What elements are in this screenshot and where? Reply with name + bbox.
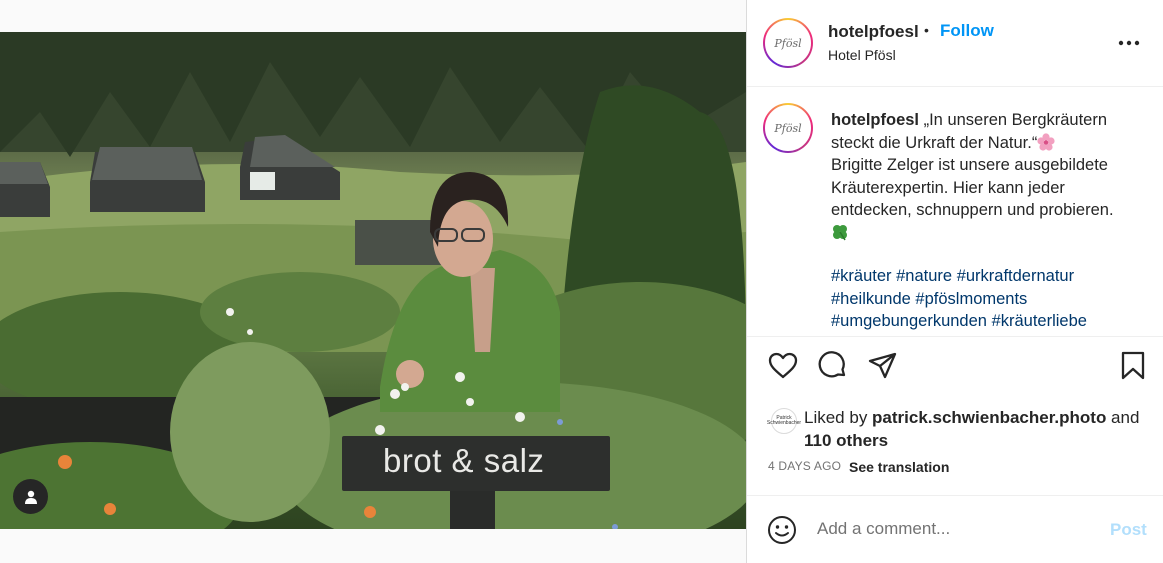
comment-input[interactable]	[817, 516, 1087, 542]
bookmark-icon[interactable]	[1117, 350, 1149, 382]
caption-body: Brigitte Zelger ist unsere ausgebildete …	[831, 156, 1114, 219]
four-leaf-clover-icon	[833, 224, 847, 240]
comment-icon[interactable]	[817, 350, 849, 382]
tagged-users-button[interactable]	[13, 479, 48, 514]
caption-text: hotelpfoesl „In unseren Bergkräutern ste…	[831, 109, 1131, 244]
profile-avatar[interactable]: Pfösl	[763, 18, 813, 68]
likes-summary: Liked by patrick.schwienbacher.photo and…	[804, 406, 1154, 452]
comment-composer: Post	[747, 495, 1163, 563]
caption-avatar[interactable]: Pfösl	[763, 103, 813, 153]
username-link[interactable]: hotelpfoesl	[828, 22, 919, 42]
heart-icon[interactable]	[767, 350, 799, 382]
see-translation-button[interactable]: See translation	[849, 459, 949, 475]
hashtag-link[interactable]: #heilkunde	[831, 290, 911, 308]
sign-label: brot & salz	[383, 442, 545, 479]
hashtag-link[interactable]: #nature	[896, 267, 952, 285]
location-link[interactable]: Hotel Pfösl	[828, 47, 896, 63]
likes-middle: and	[1106, 408, 1140, 427]
user-icon	[24, 490, 37, 504]
caption-section: Pfösl hotelpfoesl „In unseren Bergkräute…	[747, 88, 1163, 337]
avatar-logo: Pfösl	[765, 20, 811, 66]
post-photo[interactable]: brot & salz	[0, 32, 746, 529]
liker-username-link[interactable]: patrick.schwienbacher.photo	[872, 408, 1106, 427]
post-comment-button[interactable]: Post	[1110, 520, 1147, 540]
follow-button[interactable]: Follow	[940, 21, 994, 41]
action-bar	[747, 350, 1163, 390]
more-horizontal-icon[interactable]	[1117, 36, 1141, 50]
avatar-logo: Pfösl	[765, 105, 811, 151]
photo-scene	[0, 32, 746, 529]
post-media-area: brot & salz	[0, 0, 746, 563]
post-timestamp[interactable]: 4 DAYS AGO	[768, 459, 841, 473]
hashtag-link[interactable]: #kräuterliebe	[992, 312, 1087, 330]
post-header: Pfösl hotelpfoesl • Follow Hotel Pfösl	[747, 0, 1163, 87]
cherry-blossom-icon	[1037, 132, 1055, 151]
hashtag-link[interactable]: #urkraftdernatur	[957, 267, 1074, 285]
hashtag-list: #kräuter #nature #urkraftdernatur #heilk…	[831, 265, 1141, 333]
likes-prefix: Liked by	[804, 408, 873, 427]
post-sidebar: Pfösl hotelpfoesl • Follow Hotel Pfösl P…	[746, 0, 1163, 563]
separator-dot: •	[924, 22, 929, 38]
hashtag-link[interactable]: #umgebungerkunden	[831, 312, 987, 330]
hashtag-link[interactable]: #pföslmoments	[915, 290, 1027, 308]
caption-username[interactable]: hotelpfoesl	[831, 111, 919, 129]
hashtag-link[interactable]: #kräuter	[831, 267, 892, 285]
liker-avatar[interactable]: Patrick Schwienbacher	[767, 408, 801, 434]
likes-others-link[interactable]: 110 others	[804, 431, 888, 450]
emoji-picker-icon[interactable]	[767, 515, 797, 545]
likes-section: Patrick Schwienbacher Liked by patrick.s…	[747, 402, 1163, 452]
send-icon[interactable]	[867, 350, 899, 382]
